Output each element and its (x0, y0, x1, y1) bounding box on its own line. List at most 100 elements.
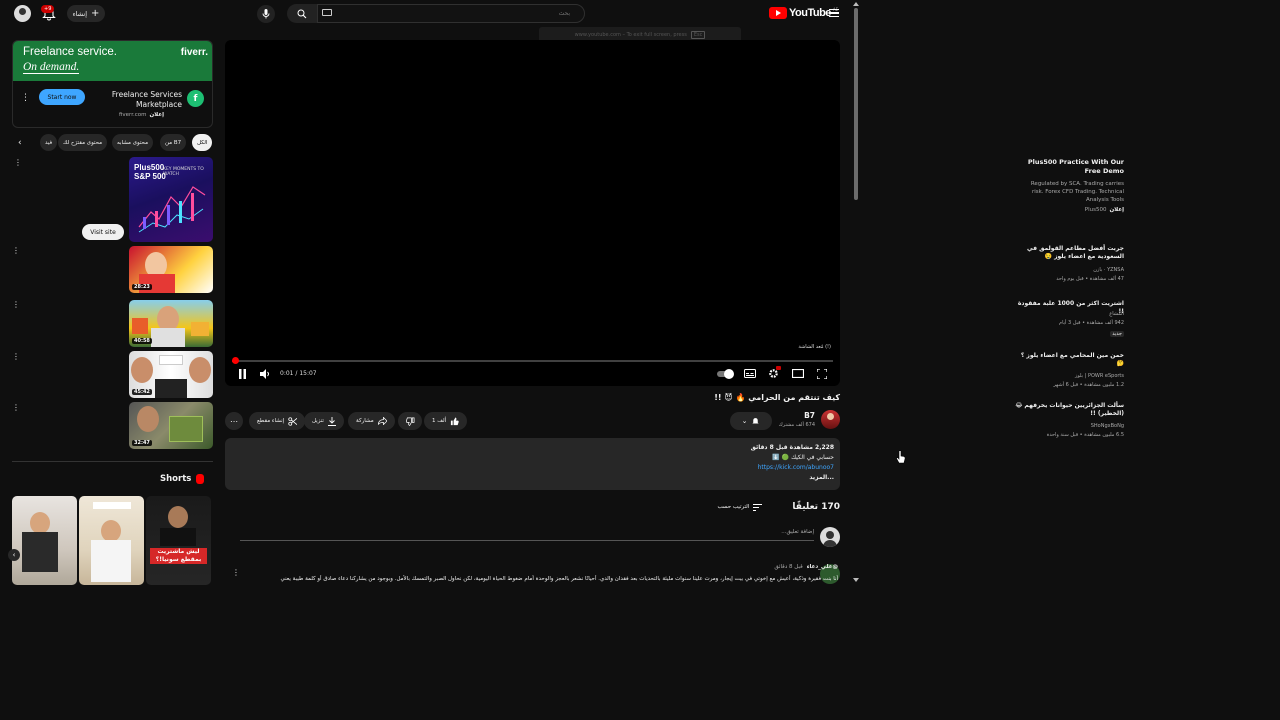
related-video-channel[interactable]: YZNSA · بازن (1012, 267, 1124, 274)
ad-banner[interactable]: Freelance service. On demand. fiverr. (13, 41, 212, 81)
scrubber-handle[interactable] (232, 357, 239, 364)
comment-time[interactable]: قبل 8 دقائق (774, 564, 802, 570)
like-count: 1 ألف (432, 418, 447, 424)
menu-hamburger-icon[interactable] (829, 9, 839, 17)
progress-bar[interactable] (232, 360, 833, 362)
more-actions-button[interactable]: ⋯ (225, 412, 243, 430)
page-scrollbar[interactable] (851, 0, 861, 585)
microphone-icon (262, 9, 270, 19)
more-horizontal-icon: ⋯ (230, 416, 238, 426)
bell-icon (752, 417, 760, 423)
visit-site-button[interactable]: Visit site (82, 224, 124, 240)
ad-domain-line: fiverr.com إعلان (119, 112, 164, 118)
show-more-link[interactable]: ...المزيد (809, 473, 834, 482)
sidebar-ad-more-icon[interactable]: ⋮ (14, 159, 22, 167)
hd-badge (776, 366, 781, 370)
related-video-channel[interactable]: POWR eSports | بلوز (1012, 373, 1124, 380)
sidebar-ad-thumbnail[interactable]: Plus500 S&P 500 KEY MOMENTS TO WATCH (129, 157, 213, 242)
video-more-icon[interactable]: ⋮ (12, 301, 20, 309)
clip-button[interactable]: إنشاء مقطع (249, 412, 306, 430)
chip-similar[interactable]: محتوى مشابه (112, 134, 154, 151)
player-status-badge: مُعد الشاشة (!) (795, 343, 834, 351)
autoplay-toggle[interactable] (715, 366, 735, 381)
mute-button[interactable] (258, 366, 273, 381)
search-button[interactable] (287, 4, 317, 23)
pause-button[interactable] (235, 366, 250, 381)
search-box[interactable] (317, 4, 585, 23)
esc-key: Esc (690, 31, 706, 39)
related-video-meta: 47 ألف مشاهدة • قبل يوم واحد (1056, 276, 1124, 282)
related-video-title[interactable]: سألت الجزائريين حيوانات يخرفهم 😂 (الخطير… (1012, 402, 1124, 418)
shorts-prev-chevron-icon[interactable]: ‹ (8, 549, 20, 561)
search-input[interactable] (318, 5, 584, 22)
theater-mode-button[interactable] (790, 366, 805, 381)
sidebar-ad-meta: Plus500 إعلان (1084, 207, 1124, 213)
create-label: إنشاء (72, 9, 88, 18)
like-button[interactable]: 1 ألف (424, 412, 468, 430)
fullscreen-icon (816, 368, 827, 379)
ad-advertiser-logo: f (187, 90, 204, 107)
related-video-channel[interactable]: SHoNgxBoNg (1012, 423, 1124, 430)
chip-feed[interactable]: فيد (40, 134, 58, 151)
related-video-channel[interactable]: المشاغ (1012, 311, 1124, 318)
video-more-icon[interactable]: ⋮ (12, 247, 20, 255)
video-more-icon[interactable]: ⋮ (12, 353, 20, 361)
create-button[interactable]: إنشاء + (67, 5, 105, 22)
voice-search-button[interactable] (257, 5, 275, 23)
sponsored-ad-card[interactable]: Freelance service. On demand. fiverr. ⋮ … (12, 40, 213, 128)
description-box[interactable]: 2,228 مشاهدة قبل 8 دقائق حسابي في الكيك … (225, 438, 840, 490)
chip-all[interactable]: الكل (192, 134, 213, 151)
youtube-logo[interactable]: YouTube AE (769, 7, 838, 19)
ad-title[interactable]: Freelance Services Marketplace (102, 90, 182, 110)
short-thumbnail[interactable]: ليش ماشتريت بمقطع سونيا!؟ (146, 496, 211, 585)
related-filter-chips: ‹ فيد محتوى مقترَح لك محتوى مشابه من B7 … (12, 134, 213, 152)
comment-more-icon[interactable]: ⋮ (232, 569, 240, 577)
channel-name[interactable]: B7 (804, 411, 815, 420)
chevron-left-icon[interactable]: ‹ (18, 138, 22, 148)
subtitles-button[interactable] (742, 366, 757, 381)
comments-header: الترتيب حسب 170 تعليقًا (717, 502, 840, 512)
related-video-title[interactable]: خمن مين المحامي مع اعضاء يلوز ؟ 🤔 (1012, 352, 1124, 368)
ad-subheadline: On demand. (23, 61, 80, 74)
comment-text: أنا بنت فقيرة وذكية، أعيش مع إخوتي في بي… (280, 576, 839, 582)
scroll-down-arrow-icon[interactable] (853, 578, 859, 582)
add-comment-input[interactable]: إضافة تعليق... (240, 527, 814, 541)
notification-count-badge: +9 (41, 5, 55, 13)
related-video-thumbnail[interactable]: 40:58 (129, 300, 213, 347)
ad-sponsored-label: إعلان (149, 112, 164, 118)
sidebar-ad-title[interactable]: Plus500 Practice With Our Free Demo (1014, 158, 1124, 176)
video-duration: 28:23 (132, 284, 152, 290)
theater-icon (791, 369, 804, 378)
fullscreen-button[interactable] (814, 366, 829, 381)
settings-button[interactable] (766, 366, 781, 381)
scroll-up-arrow-icon[interactable] (853, 2, 859, 6)
video-title: كيف تنتقم من الحرامي 🔥 😈 !! (714, 393, 840, 402)
dislike-button[interactable] (398, 412, 422, 430)
download-button[interactable]: تنزيل (304, 412, 344, 430)
video-more-icon[interactable]: ⋮ (12, 404, 20, 412)
related-video-thumbnail[interactable]: 32:47 (129, 402, 213, 449)
short-thumbnail[interactable] (12, 496, 77, 585)
related-video-thumbnail[interactable]: 45:42 (129, 351, 213, 398)
description-link[interactable]: https://kick.com/abunoo7 (758, 463, 834, 472)
comments-count: 170 تعليقًا (792, 502, 840, 512)
video-player[interactable]: مُعد الشاشة (!) 0:01 / 15:07 (225, 40, 840, 386)
chip-from-channel[interactable]: من B7 (160, 134, 187, 151)
ad-start-now-button[interactable]: Start now (39, 89, 85, 105)
keyboard-icon[interactable] (322, 9, 332, 16)
ad-more-icon[interactable]: ⋮ (21, 93, 30, 103)
sort-button[interactable]: الترتيب حسب (717, 503, 763, 511)
comment-author[interactable]: @علي_دعاء (807, 564, 838, 570)
shorts-icon (196, 474, 205, 484)
scrollbar-thumb[interactable] (854, 8, 858, 200)
related-video-title[interactable]: جربت أفضل مطاعم القولمق في السعودية مع ا… (1012, 245, 1124, 261)
subscribed-bell-button[interactable]: ⌄ (730, 412, 772, 430)
related-video-thumbnail[interactable]: 28:23 (129, 246, 213, 293)
new-badge: جديد (1110, 331, 1124, 337)
account-avatar[interactable] (14, 5, 31, 22)
related-video-meta: 942 ألف مشاهدة • قبل 3 أيام (1059, 320, 1124, 326)
chip-recommended[interactable]: محتوى مقترَح لك (58, 134, 108, 151)
short-thumbnail[interactable] (79, 496, 144, 585)
channel-avatar[interactable] (821, 410, 840, 429)
share-button[interactable]: مشاركة (348, 412, 395, 430)
